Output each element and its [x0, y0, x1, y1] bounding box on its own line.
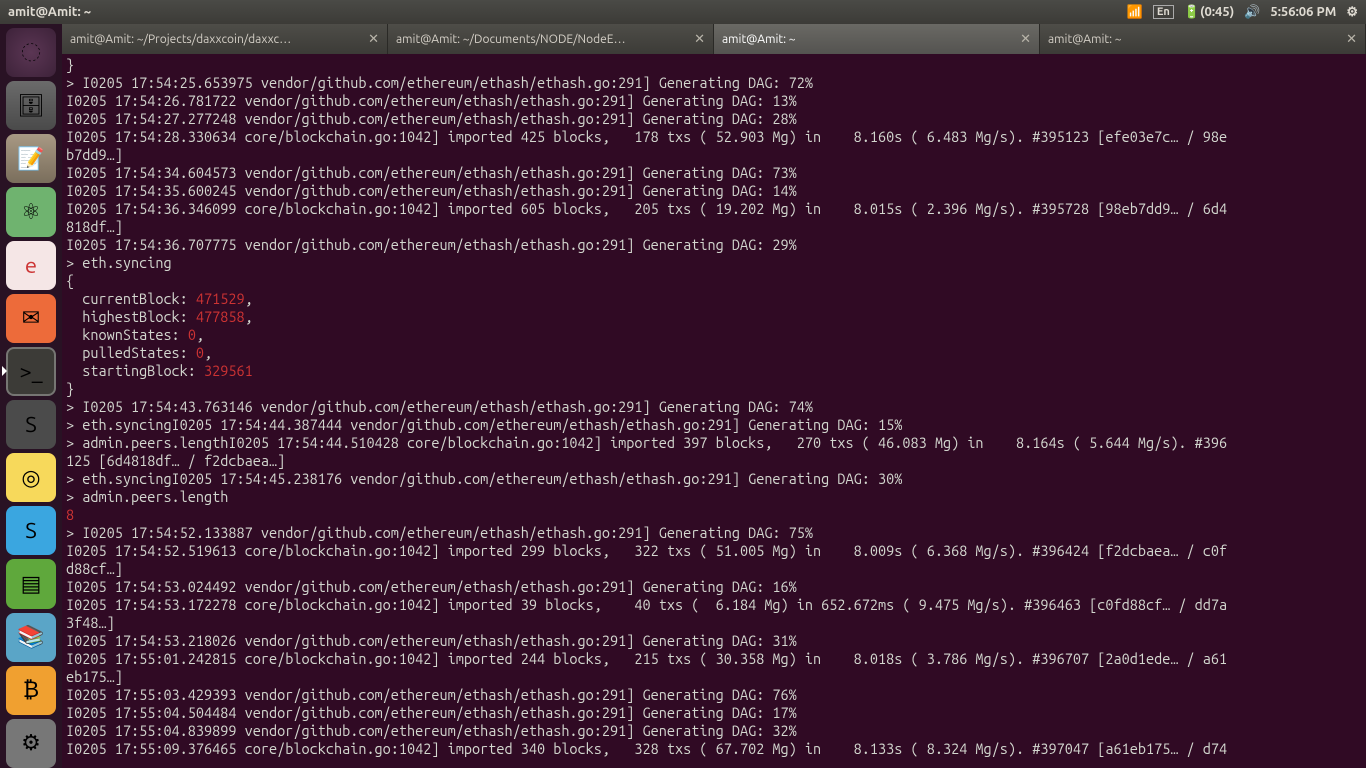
- terminal-line: knownStates: 0,: [66, 326, 1362, 344]
- terminal-tab-1[interactable]: amit@Amit: ~/Documents/NODE/NodeE… ✕: [388, 24, 714, 54]
- running-indicator-icon: [2, 366, 7, 376]
- terminal-line: {: [66, 272, 1362, 290]
- terminal-line: }: [66, 56, 1362, 74]
- terminal-line: I0205 17:55:09.376465 core/blockchain.go…: [66, 740, 1362, 758]
- terminal-line: I0205 17:54:34.604573 vendor/github.com/…: [66, 164, 1362, 182]
- terminal-line: > admin.peers.lengthI0205 17:54:44.51042…: [66, 434, 1362, 452]
- launcher-dash[interactable]: ◌: [6, 28, 56, 77]
- terminal-line: I0205 17:54:53.218026 vendor/github.com/…: [66, 632, 1362, 650]
- terminal-line: > I0205 17:54:43.763146 vendor/github.co…: [66, 398, 1362, 416]
- terminal-line: I0205 17:54:28.330634 core/blockchain.go…: [66, 128, 1362, 146]
- terminal-line: currentBlock: 471529,: [66, 290, 1362, 308]
- terminal-line: I0205 17:55:03.429393 vendor/github.com/…: [66, 686, 1362, 704]
- terminal-window: amit@Amit: ~/Projects/daxxcoin/daxxc…✕am…: [62, 24, 1366, 768]
- system-indicators: 📶 En 🔋 (0:45) 🔊 5:56:06 PM ⚙: [1127, 5, 1358, 20]
- keyboard-lang[interactable]: En: [1153, 5, 1174, 19]
- terminal-line: > admin.peers.length: [66, 488, 1362, 506]
- launcher-terminal[interactable]: >_: [6, 347, 56, 396]
- close-icon[interactable]: ✕: [1020, 32, 1031, 47]
- menu-bar: amit@Amit: ~ 📶 En 🔋 (0:45) 🔊 5:56:06 PM …: [0, 0, 1366, 24]
- terminal-line: 8: [66, 506, 1362, 524]
- gear-icon[interactable]: ⚙: [1346, 5, 1358, 20]
- clock[interactable]: 5:56:06 PM: [1270, 5, 1336, 19]
- launcher-skype[interactable]: S: [6, 506, 56, 555]
- tab-label: amit@Amit: ~: [722, 33, 1014, 46]
- terminal-line: > I0205 17:54:25.653975 vendor/github.co…: [66, 74, 1362, 92]
- battery-indicator[interactable]: 🔋 (0:45): [1184, 5, 1234, 20]
- close-icon[interactable]: ✕: [1346, 32, 1357, 47]
- terminal-line: d88cf…]: [66, 560, 1362, 578]
- terminal-line: I0205 17:54:36.346099 core/blockchain.go…: [66, 200, 1362, 218]
- launcher-pdf[interactable]: e: [6, 241, 56, 290]
- launcher-gear[interactable]: ⚙: [6, 719, 56, 768]
- terminal-tab-2[interactable]: amit@Amit: ~ ✕: [714, 24, 1040, 54]
- terminal-line: I0205 17:54:35.600245 vendor/github.com/…: [66, 182, 1362, 200]
- terminal-line: 3f48…]: [66, 614, 1362, 632]
- terminal-line: > eth.syncingI0205 17:54:44.387444 vendo…: [66, 416, 1362, 434]
- battery-icon: 🔋: [1184, 5, 1200, 20]
- wifi-icon[interactable]: 📶: [1127, 5, 1143, 20]
- tab-label: amit@Amit: ~: [1048, 33, 1340, 46]
- launcher-green[interactable]: ▤: [6, 559, 56, 608]
- launcher-postman[interactable]: ✉: [6, 294, 56, 343]
- tab-label: amit@Amit: ~/Projects/daxxcoin/daxxc…: [70, 33, 362, 46]
- launcher-gedit[interactable]: 📝: [6, 134, 56, 183]
- terminal-line: I0205 17:54:26.781722 vendor/github.com/…: [66, 92, 1362, 110]
- terminal-line: b7dd9…]: [66, 146, 1362, 164]
- launcher-files[interactable]: 🗄: [6, 81, 56, 130]
- launcher-chrome[interactable]: ◎: [6, 453, 56, 502]
- terminal-line: I0205 17:54:53.172278 core/blockchain.go…: [66, 596, 1362, 614]
- terminal-line: }: [66, 380, 1362, 398]
- window-title: amit@Amit: ~: [8, 5, 1127, 19]
- launcher: ◌🗄📝⚛e✉>_S◎S▤📚₿⚙: [0, 24, 62, 768]
- terminal-line: I0205 17:55:01.242815 core/blockchain.go…: [66, 650, 1362, 668]
- terminal-line: > eth.syncing: [66, 254, 1362, 272]
- volume-icon[interactable]: 🔊: [1244, 5, 1260, 20]
- terminal-line: 125 [6d4818df… / f2dcbaea…]: [66, 452, 1362, 470]
- terminal-line: eb175…]: [66, 668, 1362, 686]
- terminal-line: I0205 17:55:04.504484 vendor/github.com/…: [66, 704, 1362, 722]
- terminal-line: I0205 17:55:04.839899 vendor/github.com/…: [66, 722, 1362, 740]
- terminal-line: I0205 17:54:27.277248 vendor/github.com/…: [66, 110, 1362, 128]
- terminal-line: > eth.syncingI0205 17:54:45.238176 vendo…: [66, 470, 1362, 488]
- launcher-bitcoin[interactable]: ₿: [6, 666, 56, 715]
- terminal-tab-3[interactable]: amit@Amit: ~ ✕: [1040, 24, 1366, 54]
- terminal-output[interactable]: }> I0205 17:54:25.653975 vendor/github.c…: [62, 54, 1366, 768]
- terminal-line: > I0205 17:54:52.133887 vendor/github.co…: [66, 524, 1362, 542]
- terminal-line: I0205 17:54:36.707775 vendor/github.com/…: [66, 236, 1362, 254]
- terminal-line: pulledStates: 0,: [66, 344, 1362, 362]
- terminal-tab-0[interactable]: amit@Amit: ~/Projects/daxxcoin/daxxc… ✕: [62, 24, 388, 54]
- tab-bar: amit@Amit: ~/Projects/daxxcoin/daxxc…✕am…: [62, 24, 1366, 54]
- tab-label: amit@Amit: ~/Documents/NODE/NodeE…: [396, 33, 688, 46]
- launcher-books[interactable]: 📚: [6, 613, 56, 662]
- terminal-line: highestBlock: 477858,: [66, 308, 1362, 326]
- terminal-line: 818df…]: [66, 218, 1362, 236]
- terminal-line: I0205 17:54:53.024492 vendor/github.com/…: [66, 578, 1362, 596]
- close-icon[interactable]: ✕: [694, 32, 705, 47]
- terminal-line: startingBlock: 329561: [66, 362, 1362, 380]
- terminal-line: I0205 17:54:52.519613 core/blockchain.go…: [66, 542, 1362, 560]
- launcher-atom[interactable]: ⚛: [6, 187, 56, 236]
- launcher-sublime[interactable]: S: [6, 400, 56, 449]
- close-icon[interactable]: ✕: [368, 32, 379, 47]
